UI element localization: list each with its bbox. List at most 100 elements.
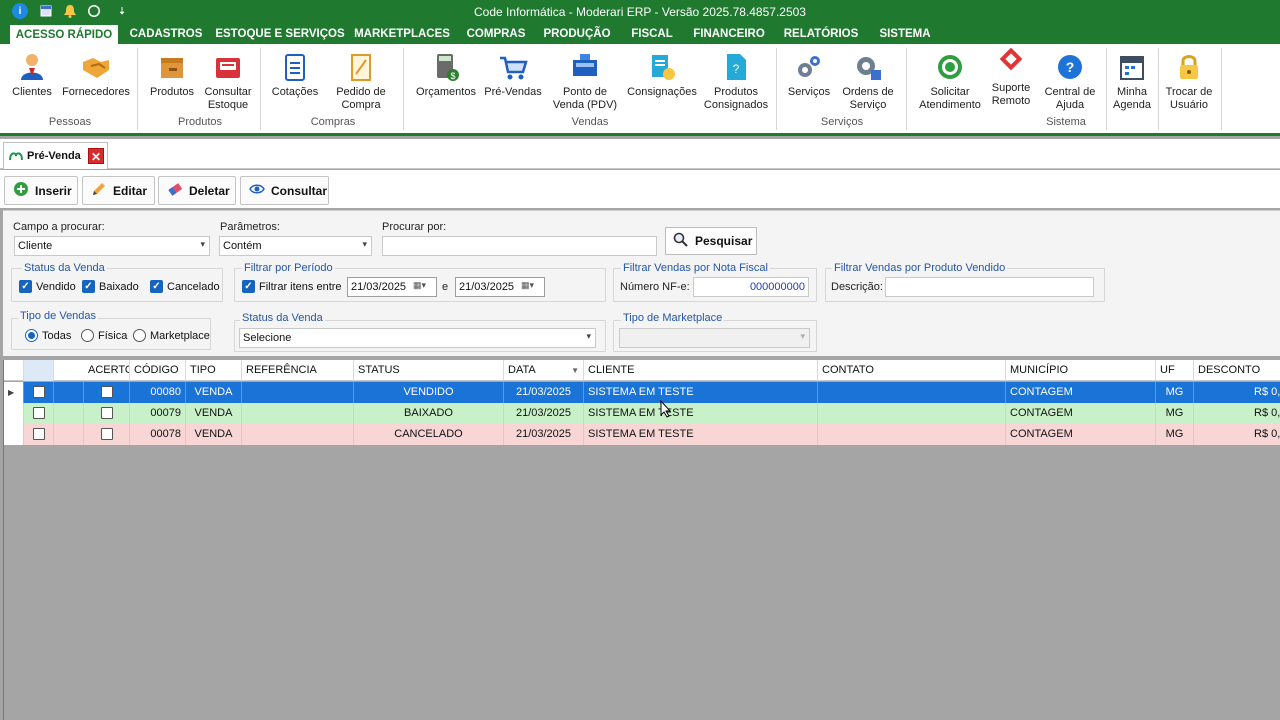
ribbon-ordens-servico-button[interactable]: Ordens de Serviço [838, 52, 898, 112]
cell-tipo: VENDA [186, 403, 242, 424]
field-select[interactable]: Cliente ▾ [14, 236, 210, 256]
tab-acesso-rapido[interactable]: ACESSO RÁPIDO [10, 25, 118, 45]
acerto-checkbox[interactable] [84, 424, 130, 445]
cell-municipio: CONTAGEM [1006, 382, 1156, 403]
ribbon-clientes-button[interactable]: Clientes [8, 52, 56, 99]
ribbon-produtos-consignados-button[interactable]: ? Produtos Consignados [702, 52, 770, 112]
col-acerto[interactable]: ACERTO [84, 360, 130, 381]
checkbox-baixado[interactable]: ✓ Baixado [82, 280, 139, 293]
status-venda-title: Status da Venda [22, 262, 107, 274]
radio-marketplace[interactable]: Marketplace [133, 329, 210, 342]
col-status[interactable]: STATUS [354, 360, 504, 381]
row-select-checkbox[interactable] [24, 403, 54, 424]
cell-cliente: SISTEMA EM TESTE [584, 382, 818, 403]
row-select-checkbox[interactable] [24, 424, 54, 445]
col-indicator [4, 360, 24, 381]
consult-button[interactable]: Consultar [240, 176, 329, 205]
params-select[interactable]: Contém ▾ [219, 236, 372, 256]
cell-data: 21/03/2025 [504, 424, 584, 445]
delete-button[interactable]: Deletar [158, 176, 236, 205]
date-from-input[interactable]: 21/03/2025 ▦▾ [347, 277, 437, 297]
col-select[interactable] [24, 360, 54, 381]
status-venda-select[interactable]: Selecione ▾ [239, 328, 596, 348]
calendar-dropdown-icon[interactable]: ▦▾ [413, 280, 433, 294]
tab-producao[interactable]: PRODUÇÃO [540, 24, 614, 44]
radio-todas[interactable]: Todas [25, 329, 71, 342]
tab-pre-venda[interactable]: Pré-Venda ✕ [3, 142, 108, 169]
tab-marketplaces[interactable]: MARKETPLACES [354, 24, 450, 44]
help-icon: ? [1055, 52, 1085, 82]
notepad-icon [346, 52, 376, 82]
ribbon-fornecedores-button[interactable]: Fornecedores [60, 52, 132, 99]
nf-input[interactable]: 000000000 [693, 277, 809, 297]
col-desconto[interactable]: DESCONTO [1194, 360, 1280, 381]
cell-desconto: R$ 0,00 [1254, 428, 1280, 440]
ribbon-trocar-usuario-button[interactable]: Trocar de Usuário [1162, 52, 1216, 112]
ribbon-solicitar-atendimento-button[interactable]: Solicitar Atendimento [916, 52, 984, 112]
descricao-input[interactable] [885, 277, 1094, 297]
acerto-checkbox[interactable] [84, 403, 130, 424]
edit-button[interactable]: Editar [82, 176, 155, 205]
ribbon-orcamentos-button[interactable]: $ Orçamentos [414, 52, 478, 99]
cell-referencia [242, 382, 354, 403]
col-referencia[interactable]: REFERÊNCIA [242, 360, 354, 381]
tab-cadastros[interactable]: CADASTROS [126, 24, 206, 44]
col-cliente[interactable]: CLIENTE [584, 360, 818, 381]
ribbon-pdv-button[interactable]: Ponto de Venda (PDV) [550, 52, 620, 112]
close-icon[interactable]: ✕ [88, 148, 104, 164]
status-venda-select-title: Status da Venda [240, 312, 325, 324]
insert-button[interactable]: Inserir [4, 176, 78, 205]
checkbox-filtrar-periodo[interactable]: ✓ Filtrar itens entre [242, 280, 342, 293]
ribbon-suporte-remoto-button[interactable]: Suporte Remoto [988, 47, 1034, 108]
tab-estoque-servicos[interactable]: ESTOQUE E SERVIÇOS [214, 24, 346, 44]
cell-codigo: 00078 [130, 424, 186, 445]
ribbon-consultar-estoque-button[interactable]: Consultar Estoque [202, 52, 254, 112]
grid-header: ACERTO CÓDIGO TIPO REFERÊNCIA STATUS DAT… [4, 360, 1280, 381]
ribbon-cotacoes-button[interactable]: Cotações [270, 52, 320, 99]
ribbon-separator [906, 48, 907, 130]
ribbon-minha-agenda-button[interactable]: Minha Agenda [1110, 52, 1154, 112]
table-row[interactable]: 00078 VENDA CANCELADO 21/03/2025 SISTEMA… [4, 424, 1280, 445]
query-input[interactable] [382, 236, 657, 256]
window-title: Code Informática - Moderari ERP - Versão… [474, 5, 806, 19]
group-label-vendas: Vendas [571, 116, 609, 128]
ribbon-produtos-button[interactable]: Produtos [146, 52, 198, 99]
search-button[interactable]: Pesquisar [665, 227, 757, 255]
chevron-down-icon: ▾ [586, 331, 591, 341]
whatsapp-icon [935, 52, 965, 82]
acerto-checkbox[interactable] [84, 382, 130, 403]
periodo-title: Filtrar por Período [242, 262, 335, 274]
tab-pre-venda-label: Pré-Venda [27, 150, 81, 162]
table-row[interactable]: 00079 VENDA BAIXADO 21/03/2025 SISTEMA E… [4, 403, 1280, 424]
ribbon-pre-vendas-button[interactable]: Pré-Vendas [484, 52, 542, 99]
col-municipio[interactable]: MUNICÍPIO [1006, 360, 1156, 381]
cell-municipio: CONTAGEM [1006, 403, 1156, 424]
radio-fisica[interactable]: Física [81, 329, 127, 342]
checkbox-vendido[interactable]: ✓ Vendido [19, 280, 76, 293]
calendar-dropdown-icon[interactable]: ▦▾ [521, 280, 541, 294]
group-label-sistema: Sistema [1046, 116, 1086, 128]
col-uf[interactable]: UF [1156, 360, 1194, 381]
col-data[interactable]: DATA ▼ [504, 360, 584, 381]
consign-icon [647, 52, 677, 82]
col-tipo[interactable]: TIPO [186, 360, 242, 381]
tab-financeiro[interactable]: FINANCEIRO [688, 24, 770, 44]
col-contato[interactable]: CONTATO [818, 360, 1006, 381]
tab-relatorios[interactable]: RELATÓRIOS [780, 24, 862, 44]
tab-fiscal[interactable]: FISCAL [626, 24, 678, 44]
tipo-marketplace-select[interactable]: ▾ [619, 328, 810, 348]
tab-sistema[interactable]: SISTEMA [874, 24, 936, 44]
table-row[interactable]: ▶ 00080 VENDA VENDIDO 21/03/2025 SISTEMA… [4, 382, 1280, 403]
query-label: Procurar por: [382, 221, 447, 233]
date-to-input[interactable]: 21/03/2025 ▦▾ [455, 277, 545, 297]
ribbon-pedido-compra-button[interactable]: Pedido de Compra [332, 52, 390, 112]
ribbon-consignacoes-button[interactable]: Consignações [626, 52, 698, 99]
radio-dot-icon [81, 329, 94, 342]
ribbon-central-ajuda-button[interactable]: ? Central de Ajuda [1040, 52, 1100, 112]
produto-vendido-title: Filtrar Vendas por Produto Vendido [832, 262, 1008, 274]
tab-compras[interactable]: COMPRAS [462, 24, 530, 44]
checkbox-cancelado[interactable]: ✓ Cancelado [150, 280, 220, 293]
ribbon-servicos-button[interactable]: Serviços [784, 52, 834, 99]
row-select-checkbox[interactable] [24, 382, 54, 403]
col-codigo[interactable]: CÓDIGO [130, 360, 186, 381]
